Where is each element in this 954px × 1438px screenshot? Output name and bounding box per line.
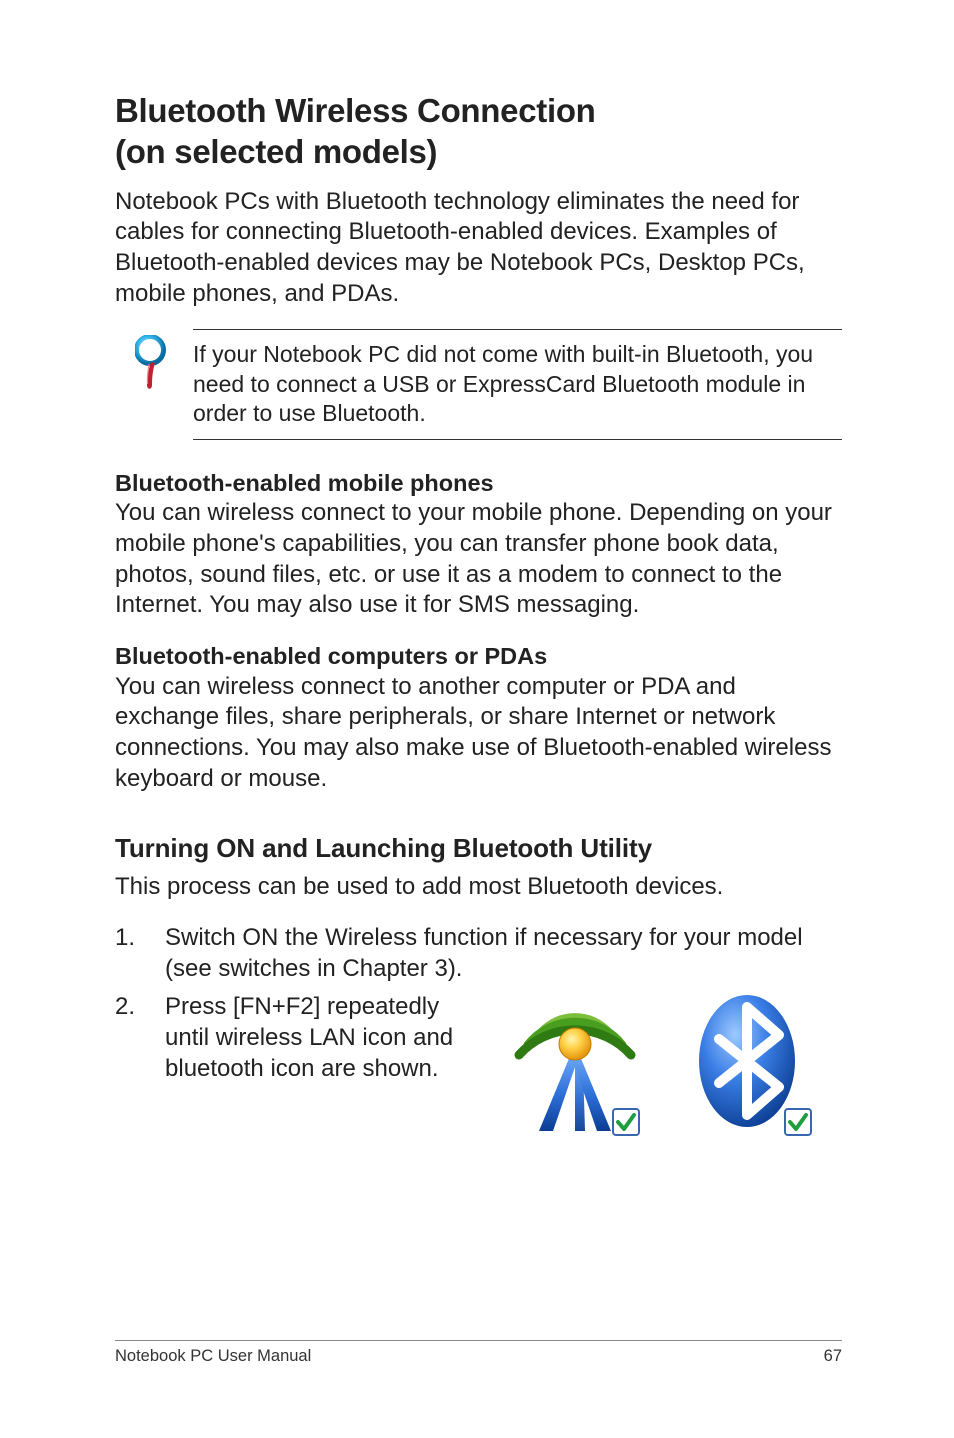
- note-text: If your Notebook PC did not come with bu…: [193, 329, 842, 439]
- title-line-2: (on selected models): [115, 133, 437, 170]
- step-2: 2. Press [FN+F2] repeatedly until wirele…: [115, 991, 842, 1147]
- intro-paragraph: Notebook PCs with Bluetooth technology e…: [115, 187, 842, 310]
- step-1: 1. Switch ON the Wireless function if ne…: [115, 922, 842, 984]
- step-2-text: Press [FN+F2] repeatedly until wireless …: [165, 991, 465, 1085]
- subhead-computers-pdas: Bluetooth-enabled computers or PDAs: [115, 641, 842, 672]
- bluetooth-icon: [687, 989, 817, 1147]
- footer-manual-title: Notebook PC User Manual: [115, 1347, 311, 1366]
- paragraph-computers-pdas: You can wireless connect to another comp…: [115, 672, 842, 795]
- section-lead: This process can be used to add most Blu…: [115, 872, 842, 903]
- wireless-antenna-icon: [505, 989, 645, 1147]
- footer-page-number: 67: [824, 1347, 842, 1366]
- page-title: Bluetooth Wireless Connection (on select…: [115, 90, 842, 173]
- page-footer: Notebook PC User Manual 67: [115, 1340, 842, 1366]
- step-1-text: Switch ON the Wireless function if neces…: [165, 922, 842, 984]
- title-line-1: Bluetooth Wireless Connection: [115, 92, 596, 129]
- section-heading-bluetooth-utility: Turning ON and Launching Bluetooth Utili…: [115, 833, 842, 864]
- step-1-number: 1.: [115, 922, 135, 984]
- subhead-mobile-phones: Bluetooth-enabled mobile phones: [115, 468, 842, 499]
- step-2-icons: [505, 989, 817, 1147]
- paragraph-mobile-phones: You can wireless connect to your mobile …: [115, 498, 842, 621]
- steps-list: 1. Switch ON the Wireless function if ne…: [115, 922, 842, 1147]
- step-2-number: 2.: [115, 991, 135, 1022]
- note-callout: If your Notebook PC did not come with bu…: [135, 329, 842, 439]
- magnifier-icon: [135, 335, 171, 398]
